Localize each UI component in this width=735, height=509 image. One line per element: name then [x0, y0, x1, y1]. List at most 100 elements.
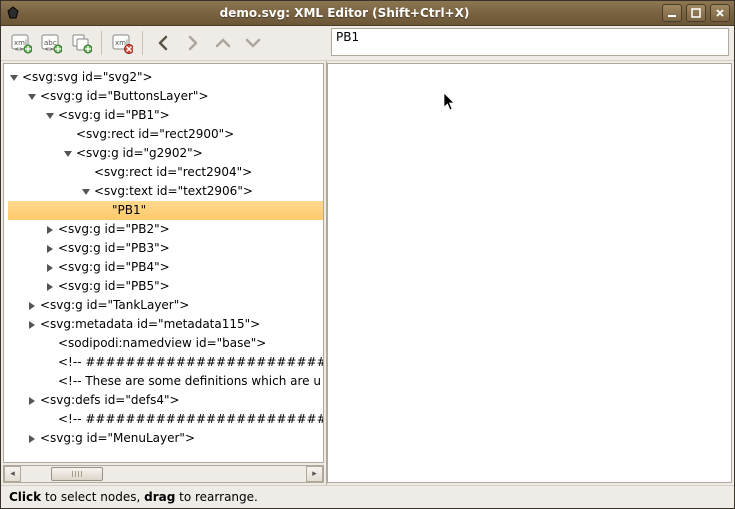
svg-text:<>: <>: [14, 46, 24, 53]
tree-indent: [8, 343, 44, 344]
tree-row[interactable]: <svg:g id="g2902">: [8, 144, 323, 163]
toolbar-separator: [142, 31, 143, 55]
indent-node-button[interactable]: [179, 29, 207, 57]
tree-row[interactable]: <svg:g id="PB4">: [8, 258, 323, 277]
tree-node-label: <sodipodi:namedview id="base">: [58, 334, 266, 353]
horizontal-scrollbar[interactable]: ◂ ▸: [3, 465, 324, 483]
tree-row[interactable]: <svg:g id="PB5">: [8, 277, 323, 296]
titlebar[interactable]: demo.svg: XML Editor (Shift+Ctrl+X): [1, 1, 734, 26]
expander-closed-icon[interactable]: [26, 300, 38, 312]
tree-indent: [8, 134, 62, 135]
tree-node-label: <svg:g id="PB1">: [58, 106, 170, 125]
tree-node-label: <svg:svg id="svg2">: [22, 68, 153, 87]
expander-closed-icon[interactable]: [26, 319, 38, 331]
delete-node-button[interactable]: xml: [108, 29, 136, 57]
scroll-track[interactable]: [21, 467, 306, 481]
scroll-left-button[interactable]: ◂: [4, 466, 21, 482]
tree-node-label: <svg:g id="PB3">: [58, 239, 170, 258]
tree-indent: [8, 286, 44, 287]
tree-row[interactable]: <!-- #########################: [8, 353, 323, 372]
tree-node-label: <svg:text id="text2906">: [94, 182, 253, 201]
tree-row[interactable]: <svg:metadata id="metadata115">: [8, 315, 323, 334]
tree-indent: [8, 191, 80, 192]
tree-node-label: <svg:defs id="defs4">: [40, 391, 180, 410]
close-button[interactable]: [710, 4, 730, 22]
minimize-button[interactable]: [662, 4, 682, 22]
toolbar-separator: [101, 31, 102, 55]
tree-indent: [8, 210, 98, 211]
tree-node-label: <svg:g id="PB5">: [58, 277, 170, 296]
mouse-cursor-icon: [443, 92, 457, 112]
chevron-up-icon: [214, 34, 232, 52]
new-text-node-button[interactable]: abc <>: [37, 29, 65, 57]
duplicate-node-icon: [70, 32, 92, 54]
xml-tree[interactable]: <svg:svg id="svg2"><svg:g id="ButtonsLay…: [4, 64, 323, 452]
expander-closed-icon[interactable]: [26, 395, 38, 407]
window: demo.svg: XML Editor (Shift+Ctrl+X) xml …: [0, 0, 735, 509]
tree-row[interactable]: <svg:g id="TankLayer">: [8, 296, 323, 315]
maximize-button[interactable]: [686, 4, 706, 22]
tree-row[interactable]: <svg:rect id="rect2900">: [8, 125, 323, 144]
expander-open-icon[interactable]: [80, 186, 92, 198]
tree-row[interactable]: <svg:text id="text2906">: [8, 182, 323, 201]
attribute-pane[interactable]: [327, 63, 732, 483]
duplicate-node-button[interactable]: [67, 29, 95, 57]
tree-indent: [8, 96, 26, 97]
tree-node-label: <svg:metadata id="metadata115">: [40, 315, 260, 334]
expander-closed-icon[interactable]: [44, 224, 56, 236]
node-value-text: PB1: [336, 30, 359, 44]
tree-indent: [8, 400, 26, 401]
expander-open-icon[interactable]: [8, 72, 20, 84]
tree-node-label: <svg:rect id="rect2900">: [76, 125, 234, 144]
tree-node-label: <svg:g id="ButtonsLayer">: [40, 87, 209, 106]
new-element-node-button[interactable]: xml <>: [7, 29, 35, 57]
tree-row[interactable]: <!-- These are some definitions which ar…: [8, 372, 323, 391]
move-node-up-button[interactable]: [209, 29, 237, 57]
expander-open-icon[interactable]: [44, 110, 56, 122]
expander-closed-icon[interactable]: [26, 433, 38, 445]
tree-viewport[interactable]: <svg:svg id="svg2"><svg:g id="ButtonsLay…: [3, 63, 324, 463]
expander-closed-icon[interactable]: [44, 281, 56, 293]
tree-indent: [8, 153, 62, 154]
chevron-right-icon: [184, 34, 202, 52]
scroll-thumb[interactable]: [51, 467, 103, 481]
tree-indent: [8, 324, 26, 325]
status-text: Click to select nodes, drag to rearrange…: [9, 490, 258, 504]
expander-closed-icon[interactable]: [44, 243, 56, 255]
expander-closed-icon[interactable]: [44, 262, 56, 274]
new-text-node-icon: abc <>: [40, 32, 62, 54]
move-node-down-button[interactable]: [239, 29, 267, 57]
tree-indent: [8, 362, 44, 363]
tree-node-label: <!-- These are some definitions which ar…: [58, 372, 321, 391]
delete-node-icon: xml: [111, 32, 133, 54]
tree-row[interactable]: <svg:g id="ButtonsLayer">: [8, 87, 323, 106]
tree-indent: [8, 248, 44, 249]
node-value-input[interactable]: PB1: [331, 28, 729, 56]
tree-node-label: <svg:g id="PB4">: [58, 258, 170, 277]
tree-row[interactable]: "PB1": [8, 201, 323, 220]
tree-row[interactable]: <!-- #########################: [8, 410, 323, 429]
tree-indent: [8, 305, 26, 306]
tree-row[interactable]: <svg:defs id="defs4">: [8, 391, 323, 410]
tree-row[interactable]: <svg:g id="PB3">: [8, 239, 323, 258]
window-title: demo.svg: XML Editor (Shift+Ctrl+X): [27, 6, 662, 20]
expander-open-icon[interactable]: [62, 148, 74, 160]
tree-row[interactable]: <svg:rect id="rect2904">: [8, 163, 323, 182]
content-area: <svg:svg id="svg2"><svg:g id="ButtonsLay…: [1, 61, 734, 485]
tree-indent: [8, 229, 44, 230]
tree-row[interactable]: <svg:g id="MenuLayer">: [8, 429, 323, 448]
tree-row[interactable]: <svg:g id="PB2">: [8, 220, 323, 239]
tree-indent: [8, 438, 26, 439]
tree-node-label: <!-- #########################: [58, 410, 324, 429]
chevron-down-icon: [244, 34, 262, 52]
unindent-node-button[interactable]: [149, 29, 177, 57]
tree-row[interactable]: <svg:g id="PB1">: [8, 106, 323, 125]
chevron-left-icon: [154, 34, 172, 52]
window-buttons: [662, 4, 730, 22]
tree-row[interactable]: <svg:svg id="svg2">: [8, 68, 323, 87]
expander-open-icon[interactable]: [26, 91, 38, 103]
tree-node-label: <svg:g id="PB2">: [58, 220, 170, 239]
scroll-right-button[interactable]: ▸: [306, 466, 323, 482]
tree-row[interactable]: <sodipodi:namedview id="base">: [8, 334, 323, 353]
new-element-node-icon: xml <>: [10, 32, 32, 54]
